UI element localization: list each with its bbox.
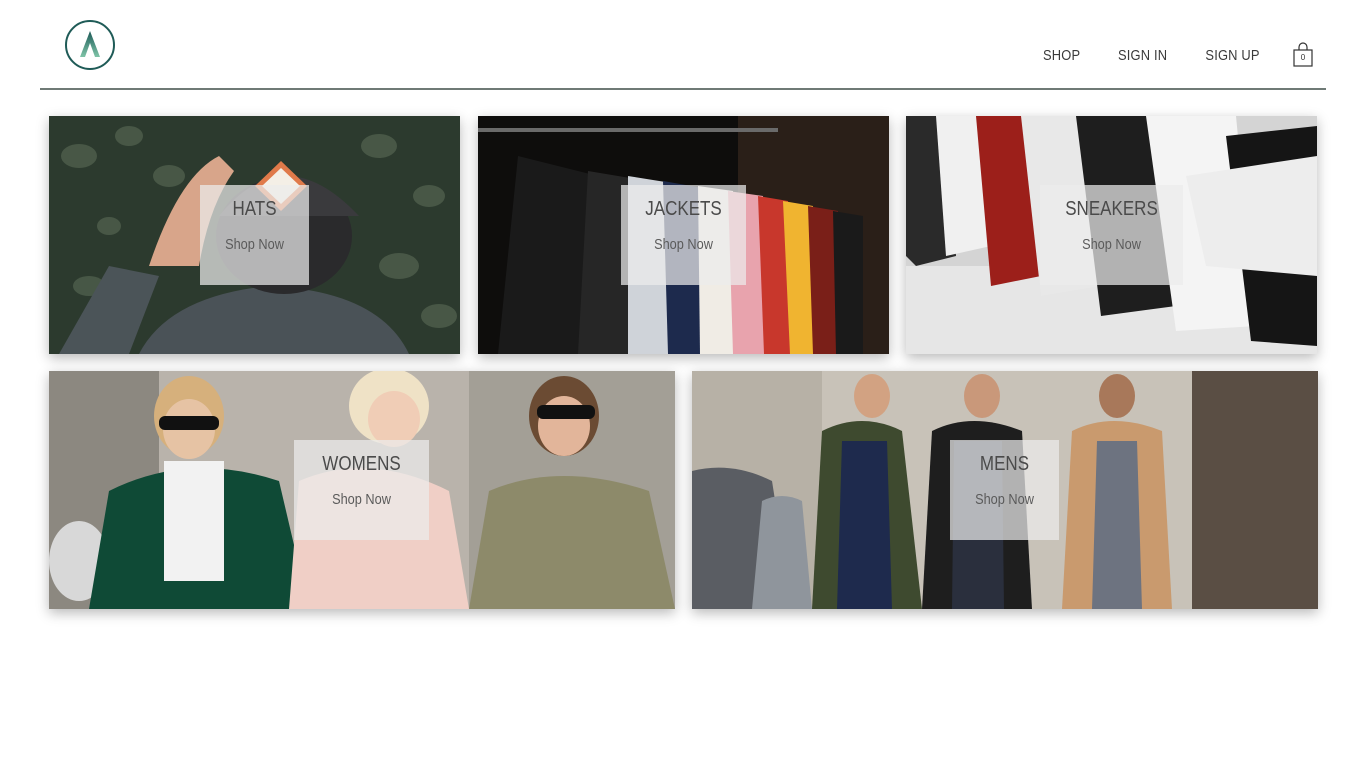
brand-logo[interactable] <box>64 19 116 71</box>
category-title: WOMENS <box>322 453 401 475</box>
category-title: HATS <box>232 198 277 220</box>
sneakers-label-box: SNEAKERS Shop Now <box>1040 185 1183 285</box>
main-nav: SHOP SIGN IN SIGN UP 0 <box>1010 40 1314 70</box>
shop-now-link[interactable]: Shop Now <box>630 236 736 253</box>
mountain-a-logo-icon <box>65 20 115 70</box>
category-title: JACKETS <box>645 198 722 220</box>
jackets-label-box: JACKETS Shop Now <box>621 185 746 285</box>
category-tile-mens[interactable]: MENS Shop Now <box>692 371 1318 609</box>
mens-label-box: MENS Shop Now <box>950 440 1059 540</box>
category-tile-sneakers[interactable]: SNEAKERS Shop Now <box>906 116 1317 354</box>
category-title: MENS <box>979 453 1030 475</box>
cart-button[interactable]: 0 <box>1292 42 1314 68</box>
site-header: SHOP SIGN IN SIGN UP 0 <box>40 0 1326 90</box>
nav-sign-up-link[interactable]: SIGN UP <box>1205 47 1259 64</box>
shop-now-link[interactable]: Shop Now <box>208 236 301 253</box>
category-tile-womens[interactable]: WOMENS Shop Now <box>49 371 675 609</box>
category-tile-hats[interactable]: HATS Shop Now <box>49 116 460 354</box>
nav-sign-in-link[interactable]: SIGN IN <box>1118 47 1167 64</box>
womens-label-box: WOMENS Shop Now <box>294 440 429 540</box>
shop-now-link[interactable]: Shop Now <box>1051 236 1173 253</box>
shop-now-link[interactable]: Shop Now <box>958 491 1051 508</box>
hats-label-box: HATS Shop Now <box>200 185 309 285</box>
category-tile-jackets[interactable]: JACKETS Shop Now <box>478 116 889 354</box>
category-title: SNEAKERS <box>1065 198 1158 220</box>
cart-count: 0 <box>1300 53 1306 62</box>
shop-now-link[interactable]: Shop Now <box>304 491 419 508</box>
nav-shop-link[interactable]: SHOP <box>1043 47 1080 64</box>
